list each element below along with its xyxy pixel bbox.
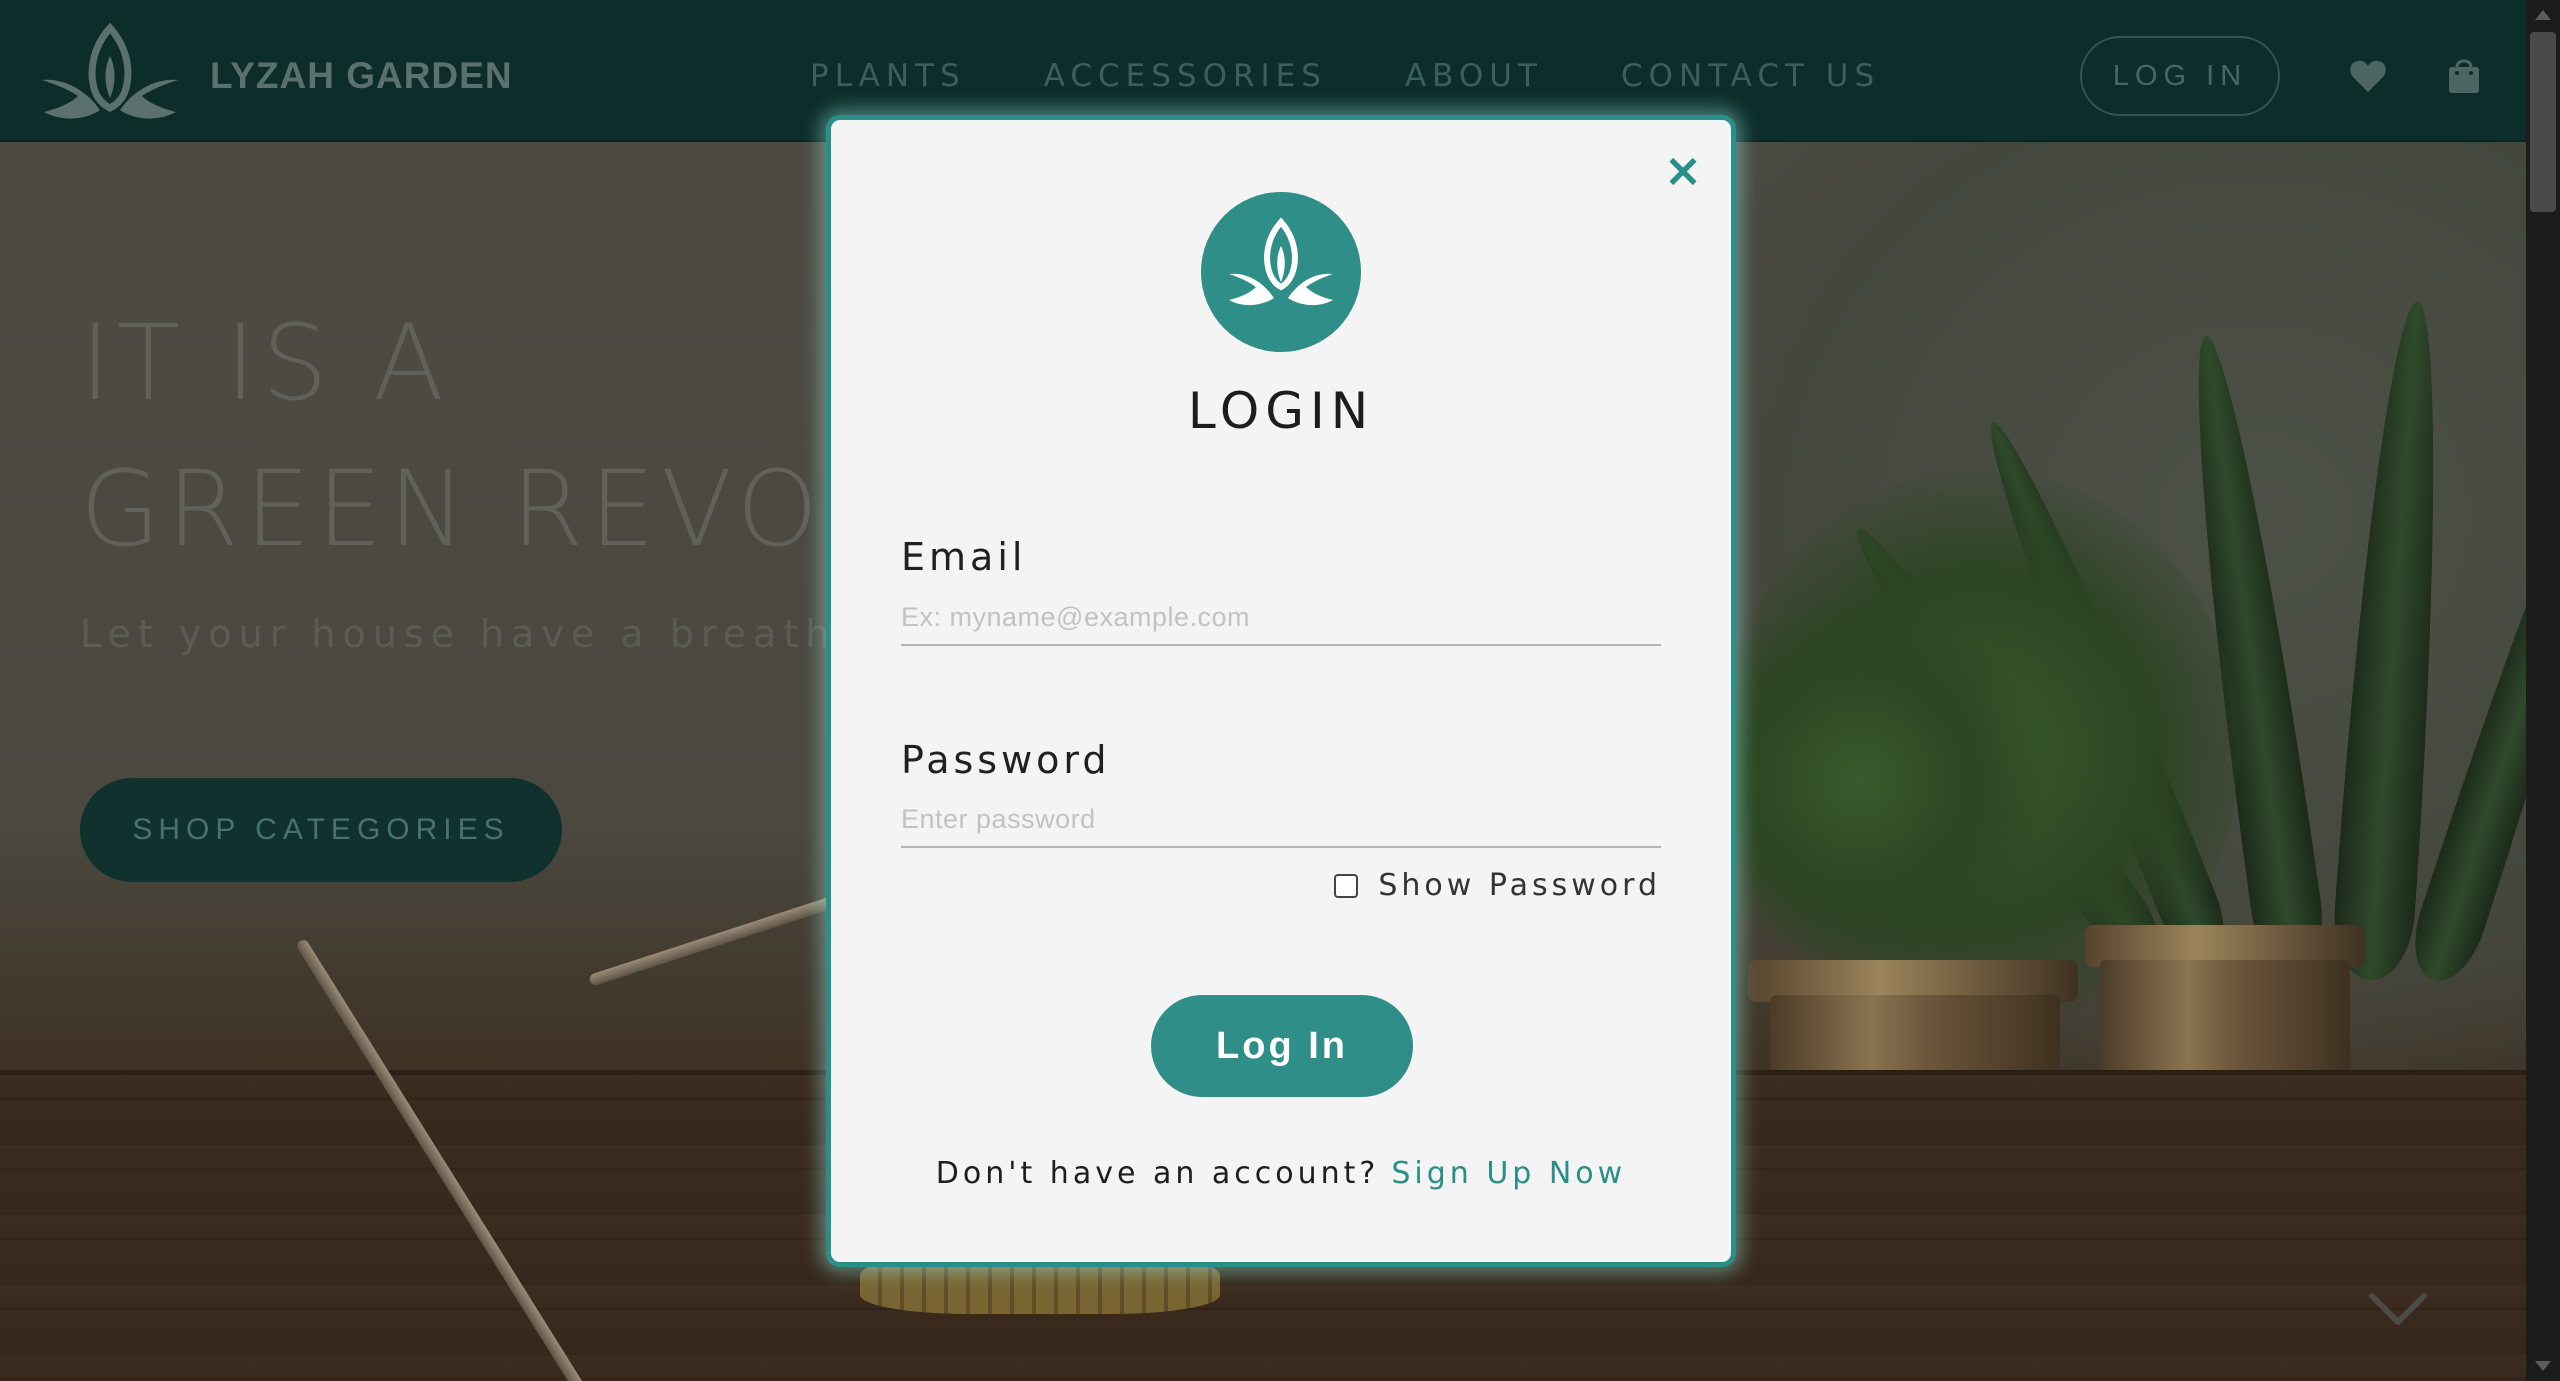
- main-nav: PLANTS ACCESSORIES ABOUT CONTACT US: [810, 58, 1958, 94]
- close-icon[interactable]: ×: [1663, 147, 1703, 193]
- scroll-thumb[interactable]: [2530, 32, 2556, 212]
- hero-title-line: IT IS A: [80, 302, 451, 424]
- signup-link[interactable]: Sign Up Now: [1391, 1156, 1626, 1191]
- shop-categories-button[interactable]: SHOP CATEGORIES: [80, 778, 562, 882]
- show-password-label: Show Password: [1378, 868, 1661, 903]
- email-label: Email: [901, 535, 1027, 579]
- lotus-logo-icon: [42, 22, 178, 119]
- email-field[interactable]: [901, 590, 1661, 646]
- heart-icon[interactable]: [2348, 56, 2388, 96]
- watering-can-spout: [588, 888, 859, 987]
- nav-item-accessories[interactable]: ACCESSORIES: [1044, 58, 1327, 94]
- show-password-toggle[interactable]: Show Password: [1334, 868, 1661, 903]
- nav-item-contact-us[interactable]: CONTACT US: [1621, 58, 1880, 94]
- password-field[interactable]: [901, 792, 1661, 848]
- show-password-checkbox[interactable]: [1334, 873, 1359, 898]
- lotus-logo-icon: [1201, 192, 1361, 352]
- scroll-down-arrow[interactable]: [2535, 1361, 2551, 1371]
- signup-prompt-text: Don't have an account?: [935, 1156, 1380, 1191]
- signup-prompt: Don't have an account? Sign Up Now: [831, 1156, 1731, 1191]
- brand-logo[interactable]: LYZAH GARDEN: [34, 22, 513, 130]
- brand-name: LYZAH GARDEN: [210, 55, 513, 96]
- page-scrollbar[interactable]: [2526, 0, 2560, 1381]
- hero-title-line: GREEN REVOL: [80, 448, 889, 570]
- header-login-button[interactable]: LOG IN: [2080, 36, 2280, 116]
- login-submit-button[interactable]: Log In: [1151, 995, 1413, 1097]
- password-label: Password: [901, 738, 1111, 782]
- chevron-down-icon[interactable]: [2368, 1290, 2428, 1330]
- scroll-up-arrow[interactable]: [2535, 10, 2551, 20]
- nav-item-about[interactable]: ABOUT: [1405, 58, 1543, 94]
- modal-title: LOGIN: [1187, 382, 1375, 440]
- hero-title: IT IS A GREEN REVOL: [80, 290, 888, 582]
- nav-item-plants[interactable]: PLANTS: [810, 58, 966, 94]
- login-modal: × LOGIN Email Password Show Password Log…: [826, 115, 1736, 1267]
- shopping-bag-icon[interactable]: [2444, 52, 2484, 98]
